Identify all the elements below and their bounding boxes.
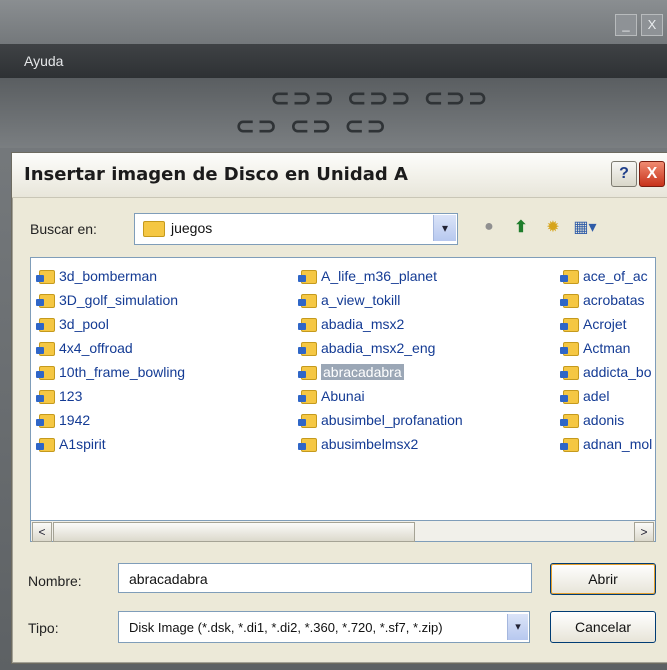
disk-file-icon [36, 341, 55, 356]
disk-file-icon [560, 437, 579, 452]
scroll-thumb[interactable] [53, 522, 415, 542]
help-button[interactable]: ? [611, 161, 637, 187]
scroll-right-button[interactable]: > [634, 522, 654, 542]
file-item[interactable]: 123 [36, 384, 185, 408]
up-folder-icon[interactable]: ⬆ [508, 214, 534, 240]
folder-icon [143, 221, 165, 237]
look-in-dropdown[interactable]: juegos ▾ [134, 213, 458, 245]
disk-file-icon [560, 365, 579, 380]
file-item[interactable]: A_life_m36_planet [298, 264, 463, 288]
file-item[interactable]: Actman [560, 336, 652, 360]
new-folder-icon[interactable]: ✹ [540, 214, 566, 240]
emulator-header-graphic: ⊂⊃⊃ ⊂⊃⊃ ⊂⊃⊃ ⊂⊃ ⊂⊃ ⊂⊃ [0, 78, 667, 148]
disk-file-icon [560, 413, 579, 428]
file-item[interactable]: 1942 [36, 408, 185, 432]
disk-file-icon [560, 293, 579, 308]
disk-file-icon [298, 365, 317, 380]
background-menubar: Ayuda [0, 44, 667, 78]
file-item-selected[interactable]: abracadabra [298, 360, 463, 384]
disk-file-icon [298, 317, 317, 332]
logo-graphic: ⊂⊃⊃ ⊂⊃⊃ ⊂⊃⊃ [270, 84, 490, 112]
disk-file-icon [298, 293, 317, 308]
look-in-label: Buscar en: [30, 221, 97, 237]
file-column-2: A_life_m36_planet a_view_tokill abadia_m… [298, 264, 463, 456]
disk-file-icon [298, 389, 317, 404]
background-titlebar: _ X [0, 0, 667, 44]
disk-file-icon [36, 437, 55, 452]
file-item[interactable]: abusimbel_profanation [298, 408, 463, 432]
file-column-3: ace_of_ac acrobatas Acrojet Actman addic… [560, 264, 652, 456]
file-name-input[interactable]: abracadabra [118, 563, 532, 593]
disk-file-icon [36, 389, 55, 404]
file-name-label: Nombre: [28, 573, 82, 589]
logo-graphic-2: ⊂⊃ ⊂⊃ ⊂⊃ [235, 112, 389, 140]
dialog-titlebar: Insertar imagen de Disco en Unidad A ? X [12, 153, 667, 198]
file-item[interactable]: abadia_msx2_eng [298, 336, 463, 360]
file-item[interactable]: adel [560, 384, 652, 408]
file-item[interactable]: abusimbelmsx2 [298, 432, 463, 456]
disk-file-icon [298, 341, 317, 356]
file-item[interactable]: adnan_mol [560, 432, 652, 456]
file-item[interactable]: ace_of_ac [560, 264, 652, 288]
file-item[interactable]: adonis [560, 408, 652, 432]
file-toolbar: ● ⬆ ✹ ▦▾ [476, 214, 598, 240]
disk-file-icon [298, 437, 317, 452]
file-column-1: 3d_bomberman 3D_golf_simulation 3d_pool … [36, 264, 185, 456]
disk-file-icon [560, 269, 579, 284]
file-item[interactable]: 10th_frame_bowling [36, 360, 185, 384]
cancel-button[interactable]: Cancelar [550, 611, 656, 643]
file-type-label: Tipo: [28, 620, 59, 636]
look-in-value: juegos [171, 220, 213, 236]
file-item[interactable]: Acrojet [560, 312, 652, 336]
disk-file-icon [560, 317, 579, 332]
minimize-button[interactable]: _ [615, 14, 637, 36]
chevron-down-icon[interactable]: ▾ [433, 215, 456, 241]
insert-disk-image-dialog: Insertar imagen de Disco en Unidad A ? X… [11, 152, 667, 664]
file-item[interactable]: A1spirit [36, 432, 185, 456]
disk-file-icon [36, 413, 55, 428]
disk-file-icon [560, 389, 579, 404]
menu-ayuda[interactable]: Ayuda [24, 53, 63, 69]
view-menu-icon[interactable]: ▦▾ [572, 214, 598, 240]
disk-file-icon [36, 293, 55, 308]
disk-file-icon [36, 269, 55, 284]
scroll-left-button[interactable]: < [32, 522, 52, 542]
close-background-button[interactable]: X [641, 14, 663, 36]
dialog-title: Insertar imagen de Disco en Unidad A [24, 164, 408, 185]
file-item[interactable]: 3d_bomberman [36, 264, 185, 288]
disk-file-icon [298, 413, 317, 428]
file-list[interactable]: 3d_bomberman 3D_golf_simulation 3d_pool … [30, 257, 656, 521]
open-button[interactable]: Abrir [550, 563, 656, 595]
horizontal-scrollbar[interactable]: < > [30, 521, 656, 542]
file-item[interactable]: a_view_tokill [298, 288, 463, 312]
file-item[interactable]: acrobatas [560, 288, 652, 312]
background-window-buttons: _ X [615, 14, 663, 36]
file-item[interactable]: Abunai [298, 384, 463, 408]
disk-file-icon [36, 365, 55, 380]
close-button[interactable]: X [639, 161, 665, 187]
file-item[interactable]: 4x4_offroad [36, 336, 185, 360]
disk-file-icon [560, 341, 579, 356]
file-type-value: Disk Image (*.dsk, *.di1, *.di2, *.360, … [129, 620, 443, 635]
file-type-dropdown[interactable]: Disk Image (*.dsk, *.di1, *.di2, *.360, … [118, 611, 530, 643]
file-item[interactable]: abadia_msx2 [298, 312, 463, 336]
look-in-row: Buscar en: juegos ▾ ● ⬆ ✹ ▦▾ [30, 213, 650, 245]
disk-file-icon [298, 269, 317, 284]
file-item[interactable]: addicta_bo [560, 360, 652, 384]
disk-file-icon [36, 317, 55, 332]
file-item[interactable]: 3D_golf_simulation [36, 288, 185, 312]
back-icon[interactable]: ● [476, 214, 502, 240]
chevron-down-icon[interactable]: ▾ [507, 614, 528, 640]
file-item[interactable]: 3d_pool [36, 312, 185, 336]
